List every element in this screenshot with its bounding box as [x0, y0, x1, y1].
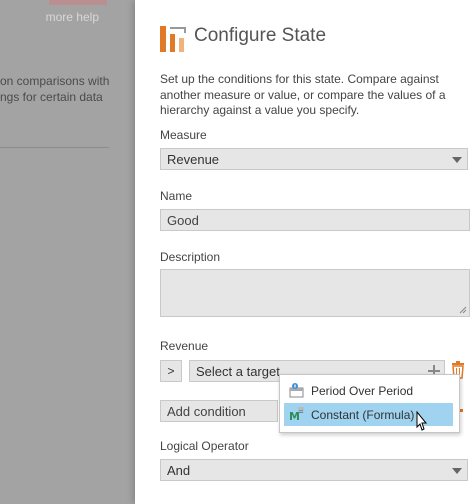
background-overlay: more help on comparisons with ngs for ce… — [0, 0, 135, 504]
background-text-line-2: ngs for certain data — [0, 90, 103, 104]
logical-operator-dropdown[interactable]: And — [160, 459, 468, 481]
measure-label: Measure — [160, 128, 207, 142]
intro-text: Set up the conditions for this state. Co… — [160, 72, 446, 117]
name-field[interactable]: Good — [160, 209, 470, 231]
measure-value: Revenue — [167, 152, 220, 167]
background-text-line-1: on comparisons with — [0, 74, 110, 88]
target-placeholder: Select a target — [196, 364, 280, 379]
period-over-period-icon — [289, 383, 304, 398]
target-type-menu: Period Over Period M = Constant (Formula… — [279, 374, 460, 433]
description-label: Description — [160, 250, 221, 264]
background-divider — [0, 147, 109, 148]
background-accent-bar — [49, 0, 107, 5]
menu-item-label: Constant (Formula) — [311, 408, 415, 422]
chevron-down-icon — [452, 468, 462, 474]
logical-operator-value: And — [167, 463, 191, 478]
more-help-link: more help — [45, 10, 99, 24]
formula-icon: M = — [289, 407, 304, 422]
resize-grip-icon[interactable] — [459, 306, 467, 314]
background-text: on comparisons with ngs for certain data — [0, 73, 135, 105]
menu-item-label: Period Over Period — [311, 384, 414, 398]
description-field[interactable] — [160, 269, 470, 317]
menu-item-period-over-period[interactable]: Period Over Period — [284, 379, 453, 402]
condition-measure-label: Revenue — [160, 339, 209, 353]
add-condition-button[interactable]: Add condition — [160, 400, 278, 422]
name-label: Name — [160, 189, 193, 203]
name-value: Good — [167, 213, 199, 228]
panel-title: Configure State — [194, 25, 327, 46]
logical-operator-label: Logical Operator — [160, 439, 249, 453]
mouse-cursor-icon — [416, 411, 428, 431]
chevron-down-icon — [452, 157, 462, 163]
state-icon — [160, 26, 186, 52]
operator-button[interactable]: > — [160, 360, 182, 382]
measure-dropdown[interactable]: Revenue — [160, 148, 468, 170]
